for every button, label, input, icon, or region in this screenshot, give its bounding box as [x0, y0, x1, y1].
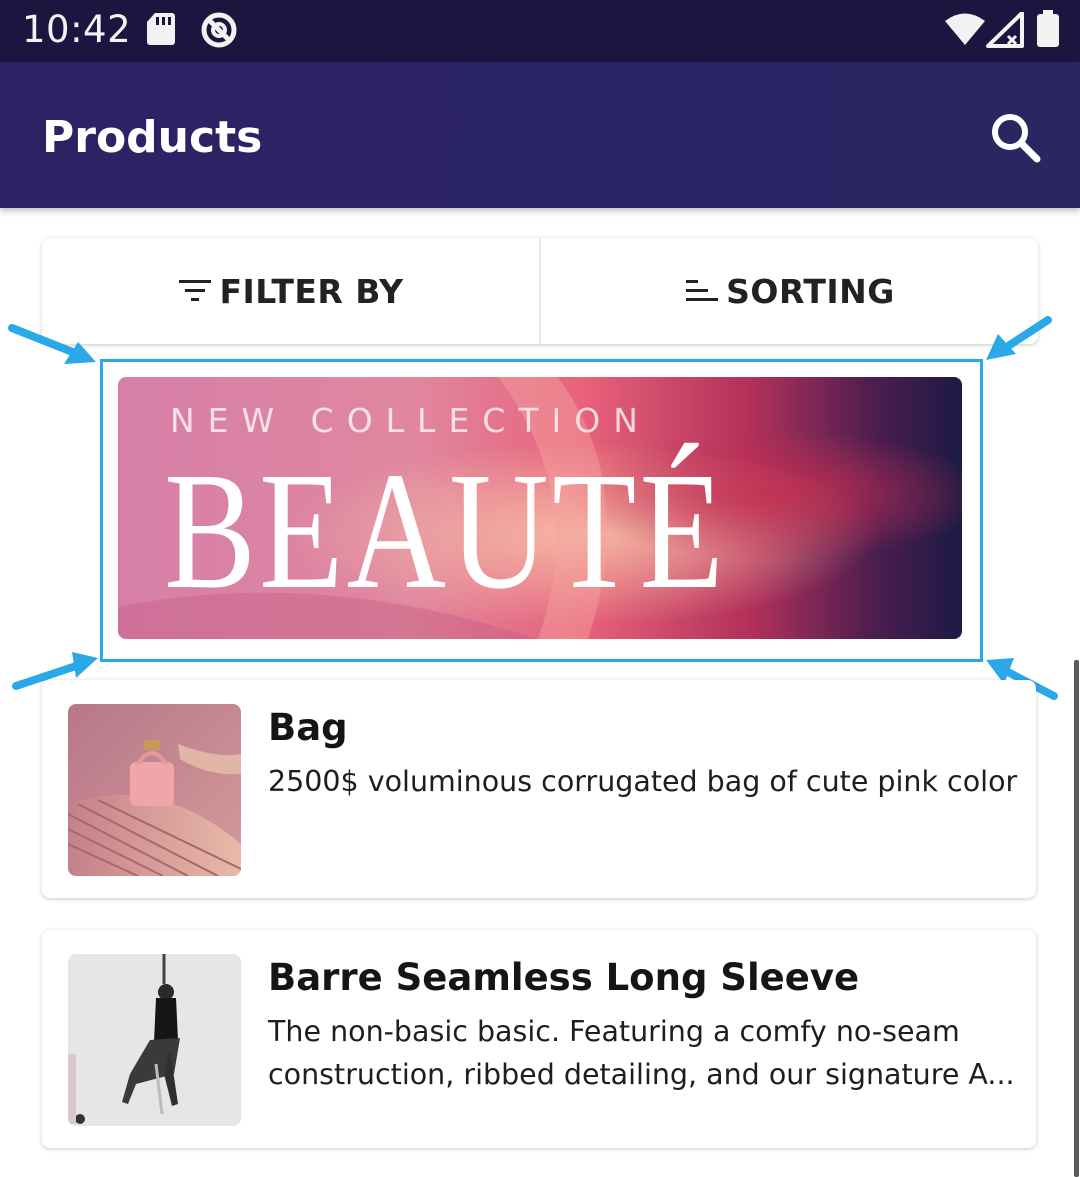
filter-icon: [179, 280, 212, 301]
product-name: Barre Seamless Long Sleeve: [268, 956, 860, 999]
status-bar: 10:42: [0, 0, 1080, 62]
do-not-disturb-icon: [201, 12, 237, 48]
sd-card-icon: [147, 13, 175, 45]
product-image: [68, 954, 241, 1126]
sort-label: SORTING: [726, 271, 895, 311]
scrollbar[interactable]: [1074, 660, 1079, 1177]
filter-sort-bar: FILTER BY SORTING: [42, 238, 1038, 344]
product-name: Bag: [268, 706, 348, 749]
wifi-icon: [945, 13, 985, 45]
product-card[interactable]: Bag 2500$ voluminous corrugated bag of c…: [42, 680, 1036, 898]
signal-icon: [986, 12, 1024, 48]
promo-banner[interactable]: NEW COLLECTION BEAUTÉ: [118, 377, 962, 639]
search-button[interactable]: [986, 108, 1046, 168]
product-description: The non-basic basic. Featuring a comfy n…: [268, 1015, 1015, 1091]
banner-title: BEAUTÉ: [164, 438, 727, 624]
arrow-top-left-icon: [8, 324, 96, 364]
product-card[interactable]: Barre Seamless Long Sleeve The non-basic…: [42, 930, 1036, 1148]
app-bar: Products: [0, 62, 1080, 208]
search-icon: [992, 114, 1041, 163]
filter-button[interactable]: FILTER BY: [42, 238, 539, 344]
sort-icon: [686, 280, 719, 301]
page-title: Products: [42, 112, 263, 163]
sort-button[interactable]: SORTING: [541, 238, 1038, 344]
filter-label: FILTER BY: [219, 271, 404, 311]
battery-icon: [1037, 10, 1059, 47]
product-image: [68, 704, 241, 876]
arrow-top-right-icon: [986, 316, 1052, 360]
product-description: 2500$ voluminous corrugated bag of cute …: [268, 765, 1018, 798]
status-time: 10:42: [22, 8, 132, 51]
banner-kicker: NEW COLLECTION: [170, 401, 651, 440]
